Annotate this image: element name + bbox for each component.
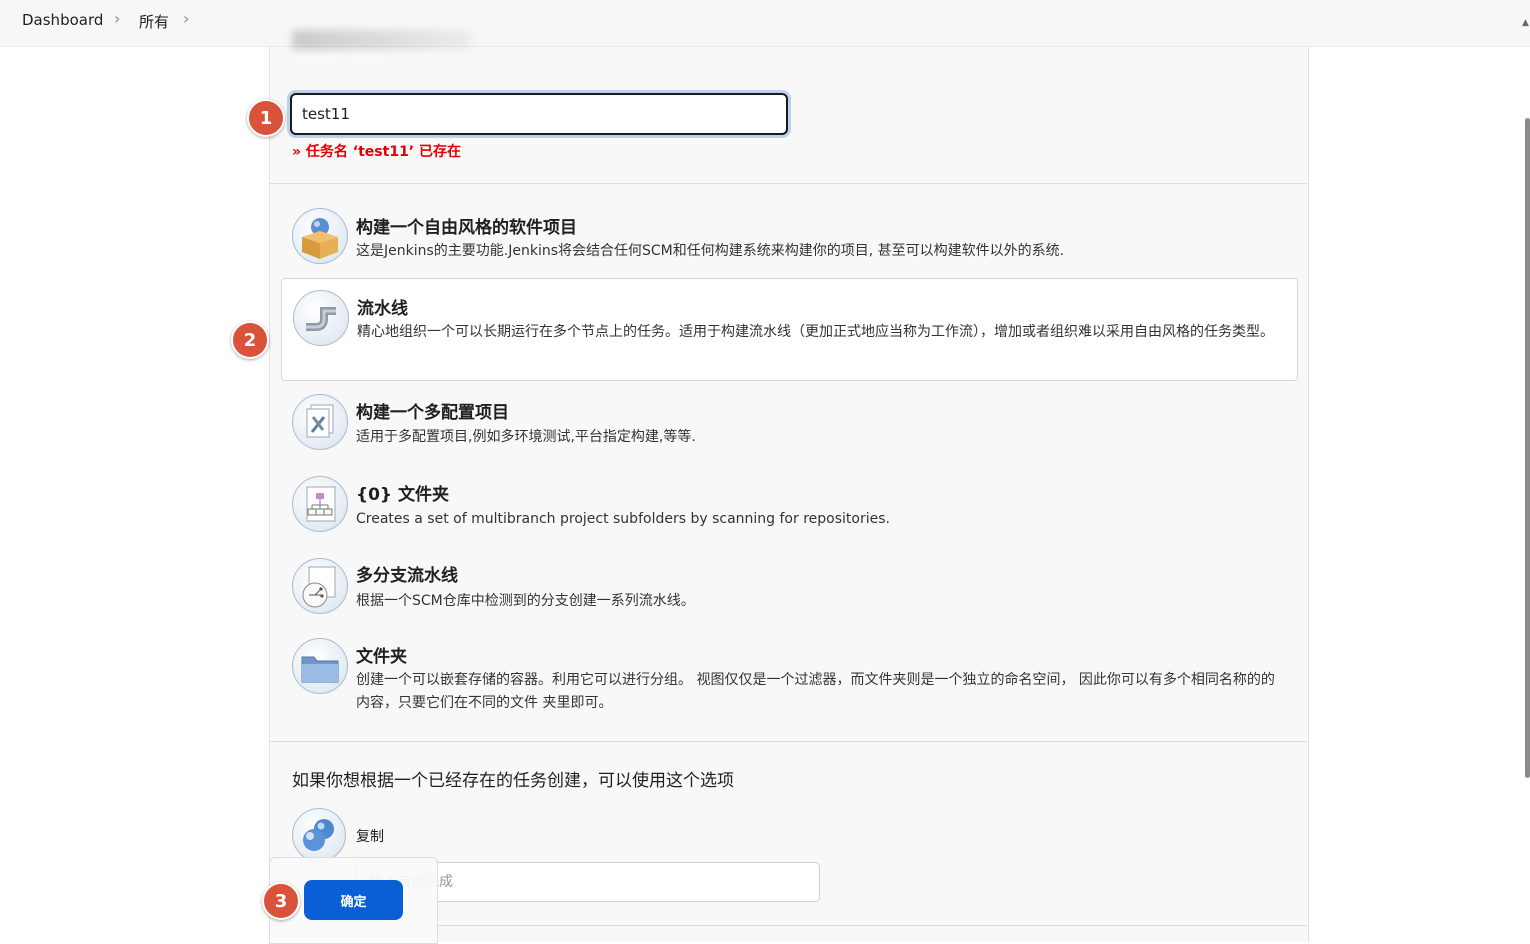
item-title: 流水线 [357, 299, 408, 319]
item-name-input[interactable] [290, 93, 788, 135]
item-description: 这是Jenkins的主要功能.Jenkins将会结合任何SCM和任何构建系统来构… [356, 243, 1065, 259]
scrollbar[interactable] [1525, 118, 1530, 778]
name-error-message: » 任务名 ‘test11’ 已存在 [292, 144, 461, 160]
copy-label: 复制 [356, 829, 384, 845]
item-title: 文件夹 [356, 647, 407, 667]
org-folder-icon [292, 476, 348, 532]
multibranch-icon [292, 558, 348, 614]
item-type-multibranch-pipeline[interactable]: 多分支流水线 根据一个SCM仓库中检测到的分支创建一系列流水线。 [281, 548, 1296, 626]
step-badge-2: 2 [231, 321, 269, 359]
freestyle-box-icon [292, 208, 348, 264]
step-badge-3: 3 [262, 882, 300, 920]
divider [270, 741, 1307, 742]
pipeline-icon [293, 290, 349, 346]
breadcrumb-dashboard[interactable]: Dashboard [22, 11, 103, 29]
breadcrumb-bar: Dashboard › 所有 › [0, 0, 1530, 47]
item-title: 构建一个自由风格的软件项目 [356, 218, 577, 238]
item-type-organization-folder[interactable]: {0} 文件夹 Creates a set of multibranch pro… [281, 466, 1296, 544]
item-title: 构建一个多配置项目 [356, 403, 509, 423]
multi-config-icon [292, 394, 348, 450]
folder-icon [292, 638, 348, 694]
item-title: {0} 文件夹 [356, 485, 449, 505]
item-type-pipeline[interactable]: 流水线 精心地组织一个可以长期运行在多个节点上的任务。适用于构建流水线（更加正式… [281, 278, 1298, 381]
item-type-folder[interactable]: 文件夹 创建一个可以嵌套存储的容器。利用它可以进行分组。 视图仅仅是一个过滤器，… [281, 629, 1296, 729]
item-description: Creates a set of multibranch project sub… [356, 511, 890, 527]
breadcrumb-all[interactable]: 所有 [139, 11, 169, 32]
breadcrumb-chevron-icon: › [114, 9, 121, 28]
copy-icon [292, 808, 346, 862]
item-description: 创建一个可以嵌套存储的容器。利用它可以进行分组。 视图仅仅是一个过滤器，而文件夹… [356, 672, 1275, 711]
blurred-page-heading [292, 30, 472, 50]
scroll-up-arrow-icon[interactable]: ▲ [1522, 18, 1529, 28]
item-description: 根据一个SCM仓库中检测到的分支创建一系列流水线。 [356, 593, 695, 609]
copy-section-heading: 如果你想根据一个已经存在的任务创建，可以使用这个选项 [292, 771, 734, 791]
item-description: 适用于多配置项目,例如多环境测试,平台指定构建,等等. [356, 429, 696, 445]
item-title: 多分支流水线 [356, 566, 458, 586]
item-type-freestyle[interactable]: 构建一个自由风格的软件项目 这是Jenkins的主要功能.Jenkins将会结合… [281, 198, 1296, 276]
ok-button[interactable]: 确定 [304, 880, 403, 920]
item-description: 精心地组织一个可以长期运行在多个节点上的任务。适用于构建流水线（更加正式地应当称… [357, 324, 1274, 340]
item-type-multi-config[interactable]: 构建一个多配置项目 适用于多配置项目,例如多环境测试,平台指定构建,等等. [281, 384, 1296, 462]
step-badge-1: 1 [247, 99, 285, 137]
breadcrumb-chevron-icon: › [183, 9, 190, 28]
divider [270, 183, 1307, 184]
